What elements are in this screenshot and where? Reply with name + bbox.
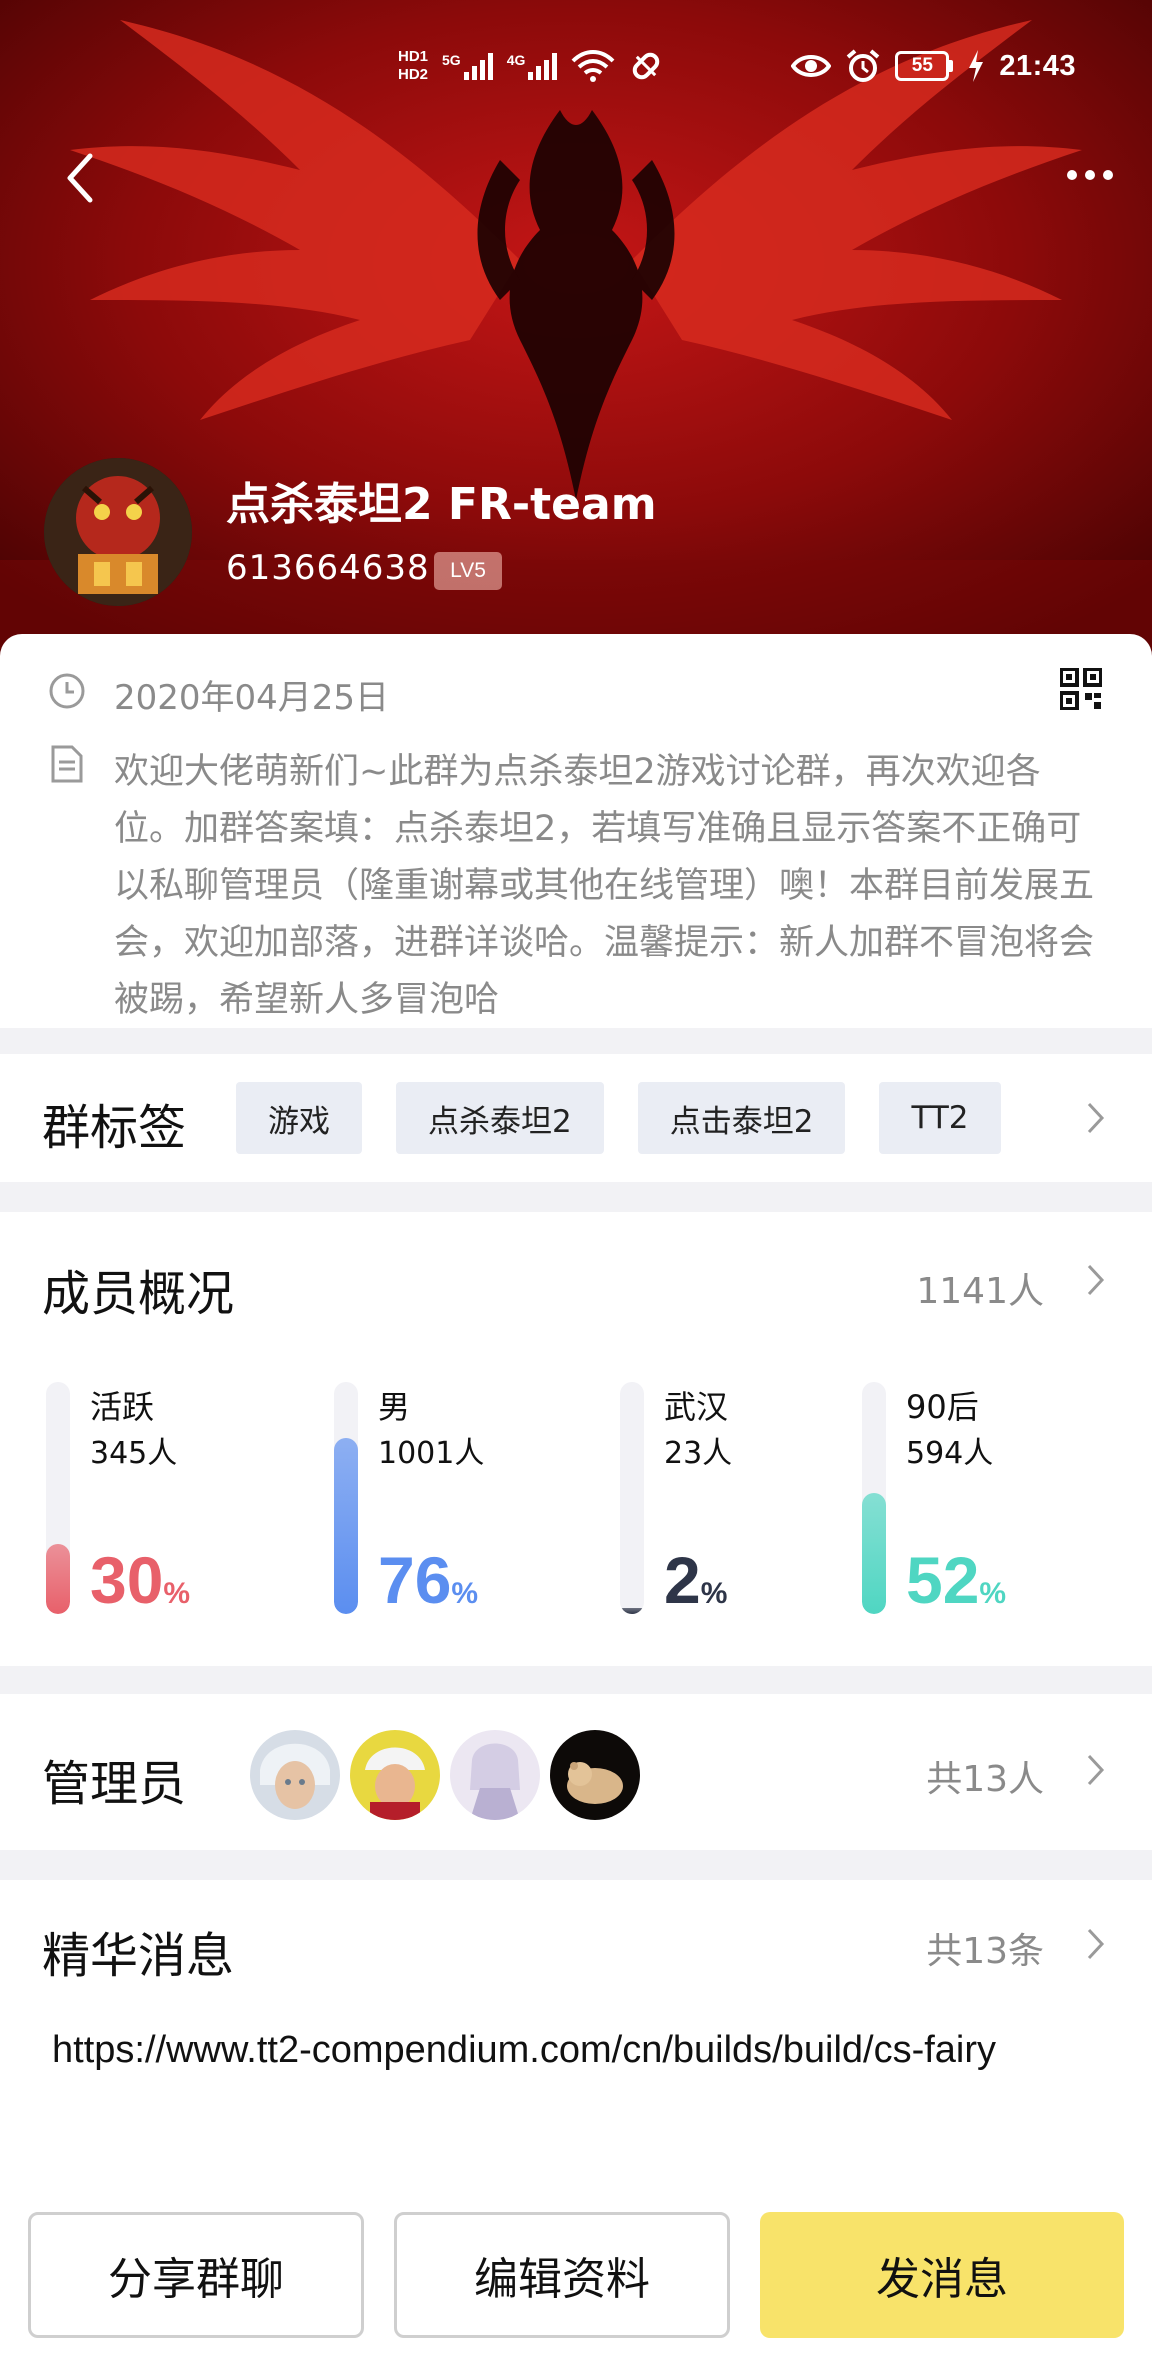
stat-bar-fill — [862, 1493, 886, 1614]
stat-percent: 52% — [906, 1543, 1007, 1617]
clock-time: 21:43 — [999, 49, 1076, 82]
admin-avatar[interactable] — [350, 1730, 440, 1820]
featured-count: 共13条 — [926, 1931, 1044, 1972]
level-badge: LV5 — [434, 552, 502, 590]
section-title: 成员概况 — [42, 1266, 235, 1322]
charging-icon — [969, 50, 984, 82]
document-icon — [51, 745, 83, 783]
group-name: 点杀泰坦2 FR-team — [226, 479, 657, 530]
tag[interactable]: 点击泰坦2 — [637, 1082, 846, 1154]
stat-label: 武汉 — [664, 1388, 729, 1426]
edit-profile-button[interactable]: 编辑资料 — [394, 2212, 730, 2338]
stat-male: 男 1001人 76% — [334, 1382, 574, 1622]
chevron-right-icon[interactable] — [1084, 1924, 1108, 1964]
stat-label: 活跃 — [90, 1388, 155, 1426]
stat-bar-track — [334, 1382, 358, 1614]
tag-list: 游戏 点杀泰坦2 点击泰坦2 TT2 — [236, 1082, 1001, 1154]
stat-count: 345人 — [90, 1436, 178, 1471]
signal2-label: 4G — [506, 52, 526, 68]
stat-bar-track — [46, 1382, 70, 1614]
stat-percent: 76% — [378, 1543, 479, 1617]
send-message-button[interactable]: 发消息 — [760, 2212, 1124, 2338]
stat-bar-fill — [620, 1608, 644, 1614]
stat-percent: 2% — [664, 1543, 728, 1617]
stat-count: 23人 — [664, 1436, 733, 1471]
group-info-card: 2020年04月25日 欢迎大佬萌新们~此群为点杀泰坦2游戏讨论群，再次欢迎各位… — [0, 634, 1152, 1028]
chevron-right-icon[interactable] — [1084, 1750, 1108, 1790]
chevron-right-icon[interactable] — [1084, 1260, 1108, 1300]
stat-post90s: 90后 594人 52% — [862, 1382, 1102, 1622]
signal-icon: 5G — [442, 52, 493, 80]
stat-label: 男 — [378, 1388, 411, 1426]
signal-icon: 4G — [507, 52, 558, 80]
hd-indicator: HD1 HD2 — [398, 48, 428, 84]
alarm-icon — [847, 49, 880, 82]
admin-avatar[interactable] — [450, 1730, 540, 1820]
tag[interactable]: 游戏 — [236, 1082, 362, 1154]
section-title: 精华消息 — [42, 1928, 235, 1984]
stat-wuhan: 武汉 23人 2% — [620, 1382, 860, 1622]
featured-messages-section[interactable]: 精华消息 共13条 https://www.tt2-compendium.com… — [0, 1880, 1152, 2180]
chevron-right-icon[interactable] — [1084, 1098, 1108, 1138]
admin-avatar-list — [250, 1730, 640, 1820]
featured-message-link[interactable]: https://www.tt2-compendium.com/cn/builds… — [52, 2022, 1112, 2078]
stat-bar-track — [862, 1382, 886, 1614]
tag[interactable]: 点杀泰坦2 — [396, 1082, 604, 1154]
admin-count: 共13人 — [926, 1759, 1044, 1800]
stat-bar-track — [620, 1382, 644, 1614]
section-title: 管理员 — [42, 1756, 187, 1812]
member-count[interactable]: 1141人 — [916, 1262, 1044, 1314]
group-avatar[interactable] — [44, 458, 192, 606]
member-overview-section: 成员概况 1141人 活跃 345人 30% 男 1001人 76% 武汉 23… — [0, 1212, 1152, 1666]
admin-avatar[interactable] — [250, 1730, 340, 1820]
tag[interactable]: TT2 — [879, 1082, 1001, 1154]
group-id: 613664638 — [226, 548, 430, 588]
creation-date: 2020年04月25日 — [114, 678, 390, 718]
data-saver-icon — [633, 52, 660, 80]
more-options-icon[interactable] — [1060, 160, 1120, 190]
signal1-label: 5G — [442, 52, 461, 68]
stat-label: 90后 — [906, 1388, 979, 1426]
battery-level: 55 — [895, 51, 950, 81]
share-group-button[interactable]: 分享群聊 — [28, 2212, 364, 2338]
admin-avatar[interactable] — [550, 1730, 640, 1820]
status-bar: HD1 HD2 5G 4G 55 21:43 — [0, 40, 1152, 92]
admins-section[interactable]: 管理员 共13人 — [0, 1694, 1152, 1850]
stat-percent: 30% — [90, 1543, 191, 1617]
hd1-label: HD1 — [398, 48, 429, 65]
hd2-label: HD2 — [398, 66, 429, 83]
stat-bar-fill — [334, 1438, 358, 1614]
qr-code-icon[interactable] — [1060, 668, 1102, 710]
stat-active: 活跃 345人 30% — [46, 1382, 286, 1622]
wifi-icon — [571, 50, 615, 82]
group-tags-section[interactable]: 群标签 游戏 点杀泰坦2 点击泰坦2 TT2 — [0, 1054, 1152, 1182]
group-description[interactable]: 欢迎大佬萌新们~此群为点杀泰坦2游戏讨论群，再次欢迎各位。加群答案填：点杀泰坦2… — [114, 744, 1094, 1028]
group-header: HD1 HD2 5G 4G 55 21:43 点杀泰坦2 FR-team 613… — [0, 0, 1152, 660]
stat-bar-fill — [46, 1544, 70, 1614]
battery-icon: 55 — [895, 51, 954, 81]
stat-count: 1001人 — [378, 1436, 485, 1471]
back-icon[interactable] — [58, 148, 102, 208]
stat-count: 594人 — [906, 1436, 994, 1471]
clock-icon — [49, 673, 85, 709]
eye-icon — [791, 55, 832, 77]
bottom-action-bar: 分享群聊 编辑资料 发消息 — [0, 2180, 1152, 2376]
section-title: 群标签 — [42, 1100, 187, 1156]
